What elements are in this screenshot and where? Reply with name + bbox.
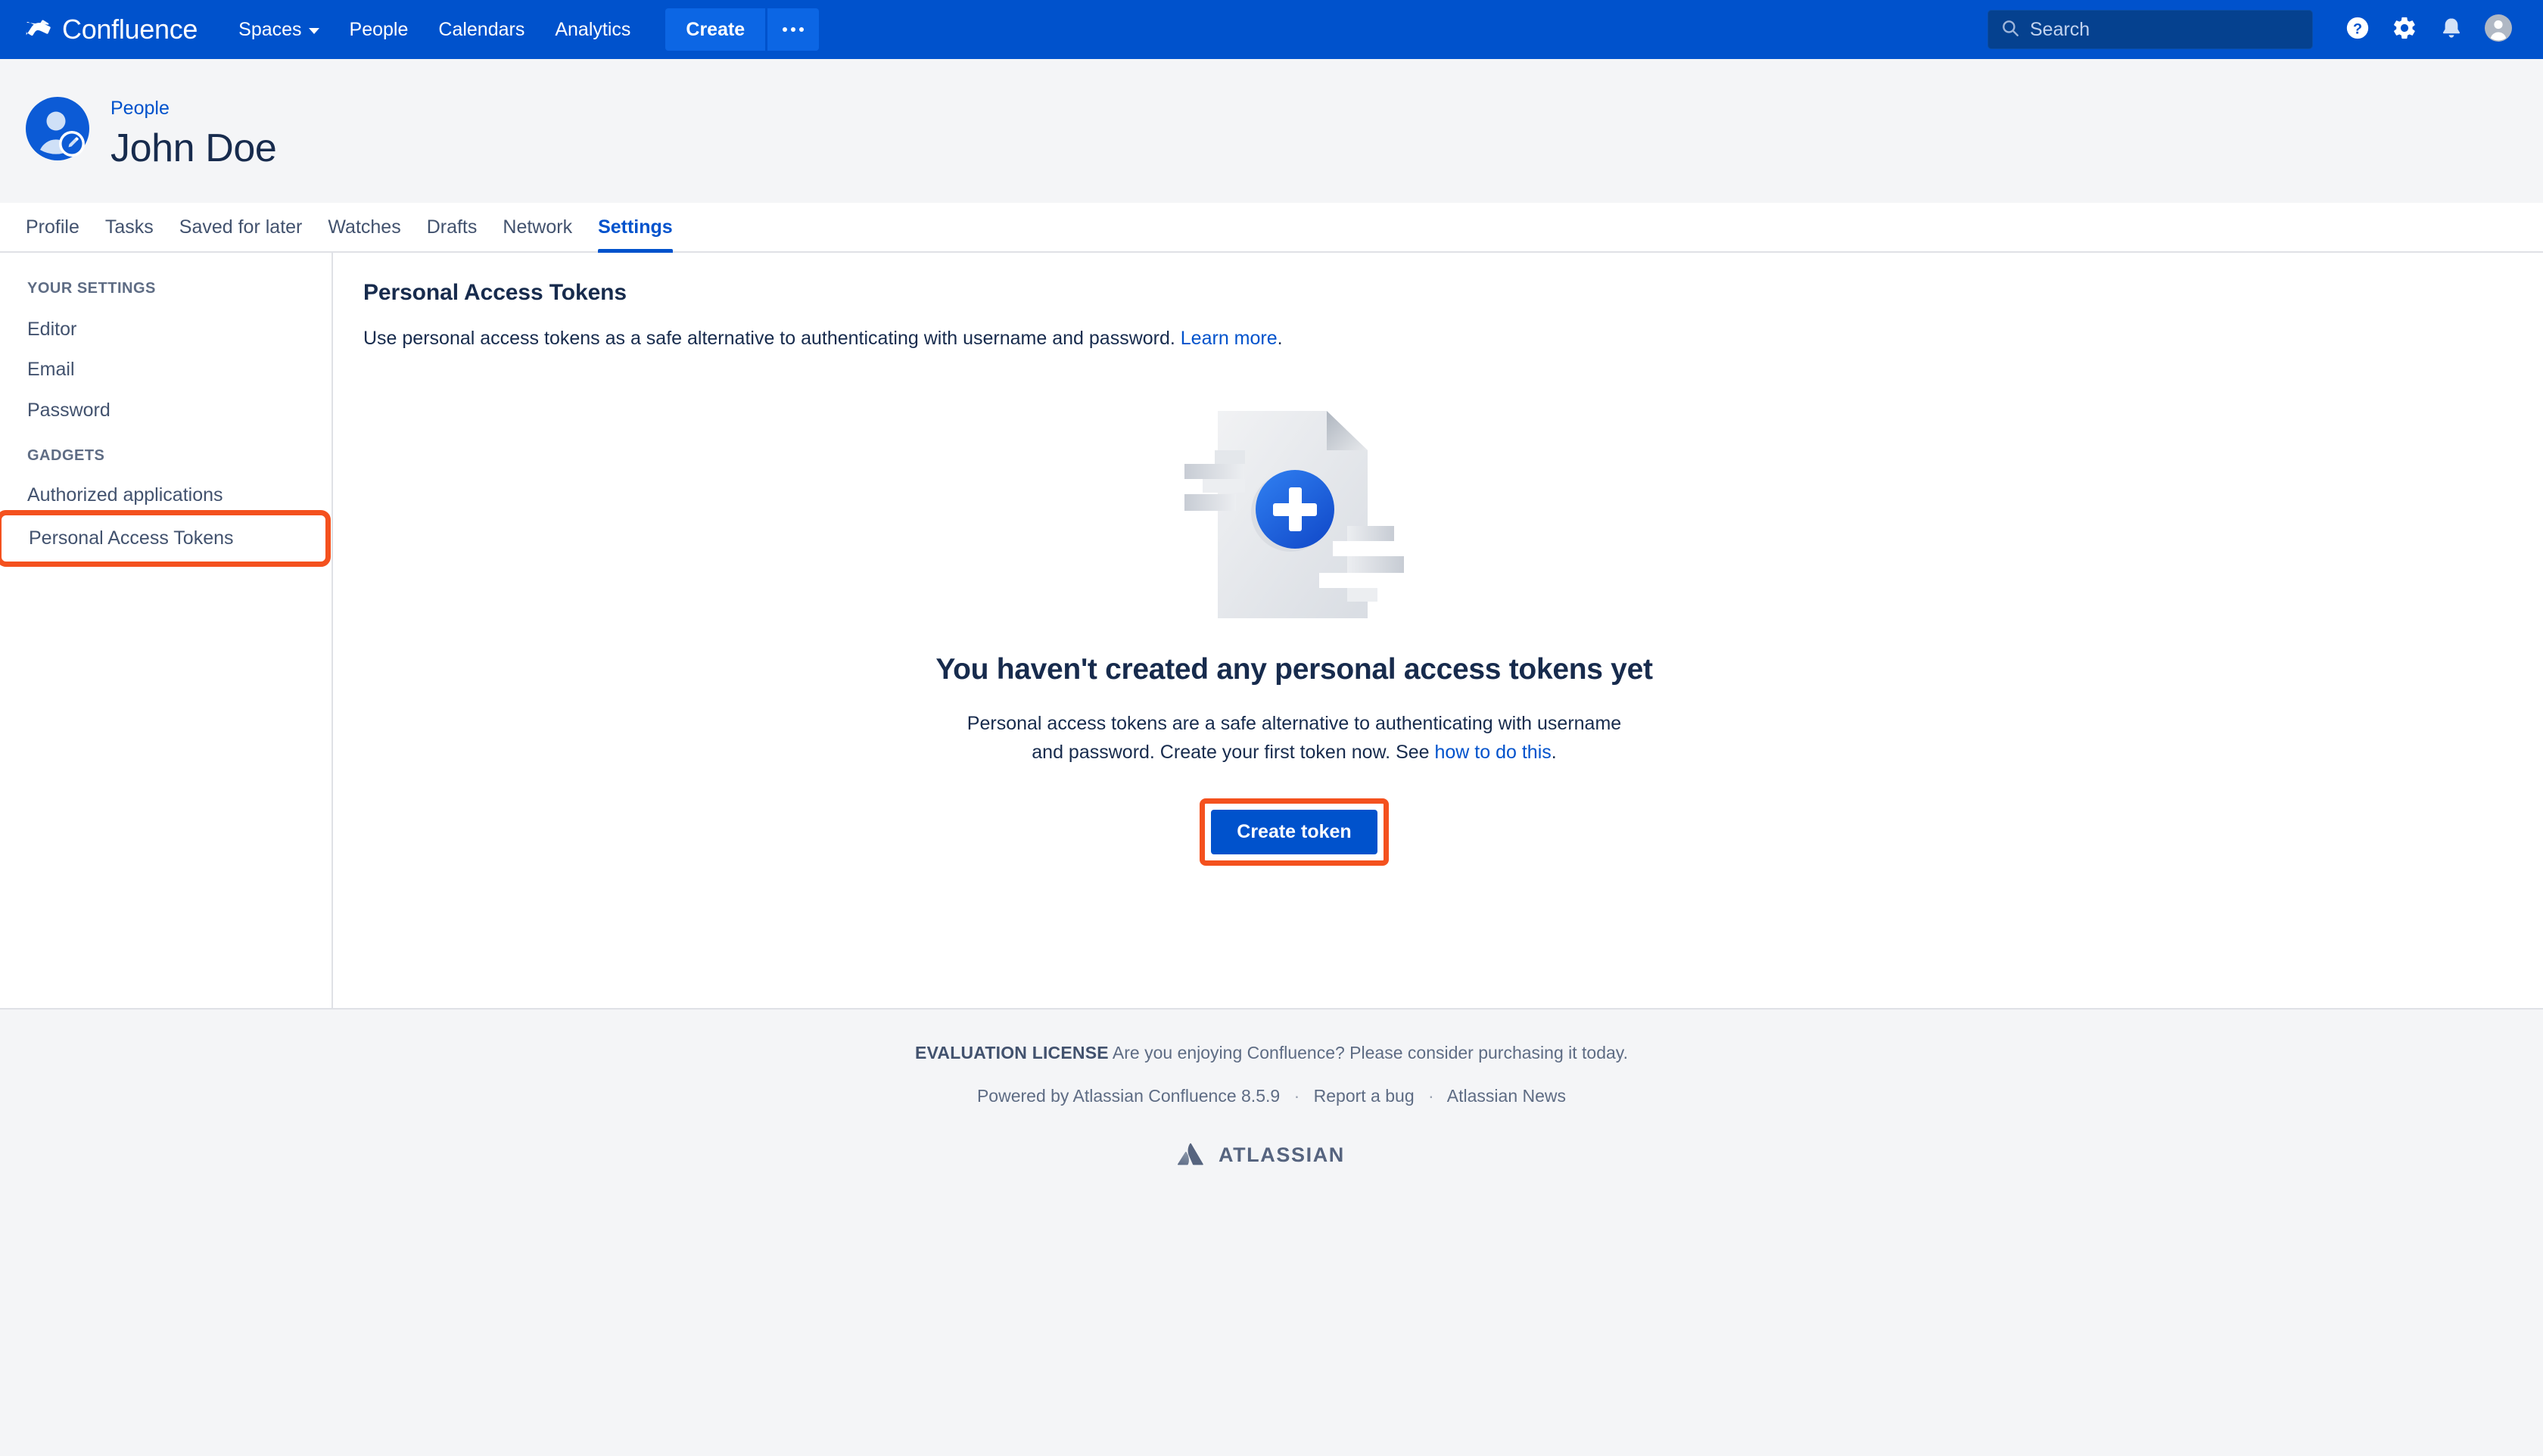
nav-item-analytics[interactable]: Analytics <box>540 8 646 51</box>
tab-saved-for-later[interactable]: Saved for later <box>167 203 316 251</box>
learn-more-link[interactable]: Learn more <box>1181 328 1278 349</box>
tab-drafts[interactable]: Drafts <box>414 203 490 251</box>
page-body: YOUR SETTINGS Editor Email Password GADG… <box>0 253 2543 1010</box>
nav-item-label: Calendars <box>438 19 525 40</box>
footer-separator: · <box>1293 1086 1300 1106</box>
footer-links: Powered by Atlassian Confluence 8.5.9 · … <box>0 1086 2543 1106</box>
primary-nav-items: Spaces People Calendars Analytics <box>223 8 646 51</box>
nav-item-spaces[interactable]: Spaces <box>223 8 334 51</box>
create-token-button[interactable]: Create token <box>1211 810 1377 854</box>
profile-tabs: Profile Tasks Saved for later Watches Dr… <box>0 203 2543 253</box>
settings-gear-icon <box>2392 15 2417 45</box>
evaluation-license-label: EVALUATION LICENSE <box>915 1043 1109 1062</box>
page-footer: EVALUATION LICENSE Are you enjoying Conf… <box>0 1010 2543 1171</box>
sidebar-group-your-settings-label: YOUR SETTINGS <box>27 280 156 297</box>
ellipsis-icon <box>783 27 805 32</box>
nav-item-calendars[interactable]: Calendars <box>423 8 540 51</box>
nav-item-people[interactable]: People <box>335 8 424 51</box>
notifications-bell-icon <box>2439 16 2464 44</box>
create-more-options-button[interactable] <box>767 8 820 51</box>
nav-item-label: Spaces <box>238 19 302 40</box>
sidebar-item-password[interactable]: Password <box>0 390 331 431</box>
avatar[interactable] <box>26 97 89 160</box>
content-description-tail: . <box>1277 328 1283 349</box>
evaluation-license-text: Are you enjoying Confluence? Please cons… <box>1108 1043 1628 1062</box>
content-heading: Personal Access Tokens <box>363 280 627 305</box>
settings-sidebar: YOUR SETTINGS Editor Email Password GADG… <box>0 253 333 1008</box>
page-title: John Doe <box>110 126 277 171</box>
user-avatar-button[interactable] <box>2475 6 2522 53</box>
search-placeholder: Search <box>2030 18 2090 40</box>
atlassian-logo: ATLASSIAN <box>0 1141 2543 1171</box>
tab-tasks[interactable]: Tasks <box>92 203 167 251</box>
tab-network[interactable]: Network <box>490 203 585 251</box>
tab-profile[interactable]: Profile <box>26 203 92 251</box>
profile-header: People John Doe <box>0 59 2543 203</box>
document-with-plus-illustration <box>1184 397 1404 624</box>
brand-title: Confluence <box>62 14 198 45</box>
sidebar-group-gadgets-label: GADGETS <box>27 446 105 464</box>
create-button-group: Create <box>665 8 820 51</box>
profile-meta: People John Doe <box>110 80 277 173</box>
breadcrumb[interactable]: People <box>110 97 170 120</box>
sidebar-item-editor[interactable]: Editor <box>0 310 331 350</box>
search-icon <box>2000 18 2020 42</box>
help-button[interactable]: ? <box>2334 6 2381 53</box>
atlassian-logo-text: ATLASSIAN <box>1219 1143 1345 1166</box>
svg-text:?: ? <box>2353 20 2362 37</box>
confluence-logo-icon <box>26 17 51 42</box>
user-profile-avatar-icon <box>26 97 89 160</box>
nav-right-cluster: Search ? <box>1987 6 2543 53</box>
powered-by-text: Powered by Atlassian Confluence 8.5.9 <box>976 1086 1281 1106</box>
atlassian-news-link[interactable]: Atlassian News <box>1447 1086 1566 1106</box>
user-avatar-icon <box>2483 13 2513 47</box>
sidebar-item-email[interactable]: Email <box>0 350 331 390</box>
chevron-down-icon <box>308 27 319 34</box>
nav-item-label: Analytics <box>555 19 631 40</box>
nav-item-label: People <box>349 19 409 40</box>
tab-settings[interactable]: Settings <box>585 203 686 253</box>
confluence-brand-home-link[interactable]: Confluence <box>26 14 198 45</box>
main-content: Personal Access Tokens Use personal acce… <box>333 253 2543 1008</box>
report-a-bug-link[interactable]: Report a bug <box>1314 1086 1415 1106</box>
empty-state-description: Personal access tokens are a safe altern… <box>961 709 1627 767</box>
create-button[interactable]: Create <box>665 8 766 51</box>
create-token-highlight-box: Create token <box>1200 798 1389 866</box>
tab-watches[interactable]: Watches <box>315 203 413 251</box>
top-navigation-bar: Confluence Spaces People Calendars Analy… <box>0 0 2543 59</box>
content-description: Use personal access tokens as a safe alt… <box>363 325 2543 352</box>
footer-separator: · <box>1428 1086 1434 1106</box>
help-icon: ? <box>2345 15 2370 45</box>
search-input[interactable]: Search <box>1987 10 2313 49</box>
evaluation-license-notice: EVALUATION LICENSE Are you enjoying Conf… <box>0 1043 2543 1063</box>
atlassian-logo-icon: ATLASSIAN <box>1177 1141 1366 1171</box>
how-to-do-this-link[interactable]: how to do this <box>1435 742 1552 763</box>
content-description-text: Use personal access tokens as a safe alt… <box>363 328 1181 349</box>
sidebar-item-authorized-applications[interactable]: Authorized applications <box>0 475 331 515</box>
notifications-button[interactable] <box>2428 6 2475 53</box>
empty-state: You haven't created any personal access … <box>681 397 1907 866</box>
empty-state-title: You haven't created any personal access … <box>935 653 1653 686</box>
sidebar-item-personal-access-tokens[interactable]: Personal Access Tokens <box>0 509 331 568</box>
settings-button[interactable] <box>2381 6 2428 53</box>
empty-description-tail: . <box>1551 742 1557 763</box>
